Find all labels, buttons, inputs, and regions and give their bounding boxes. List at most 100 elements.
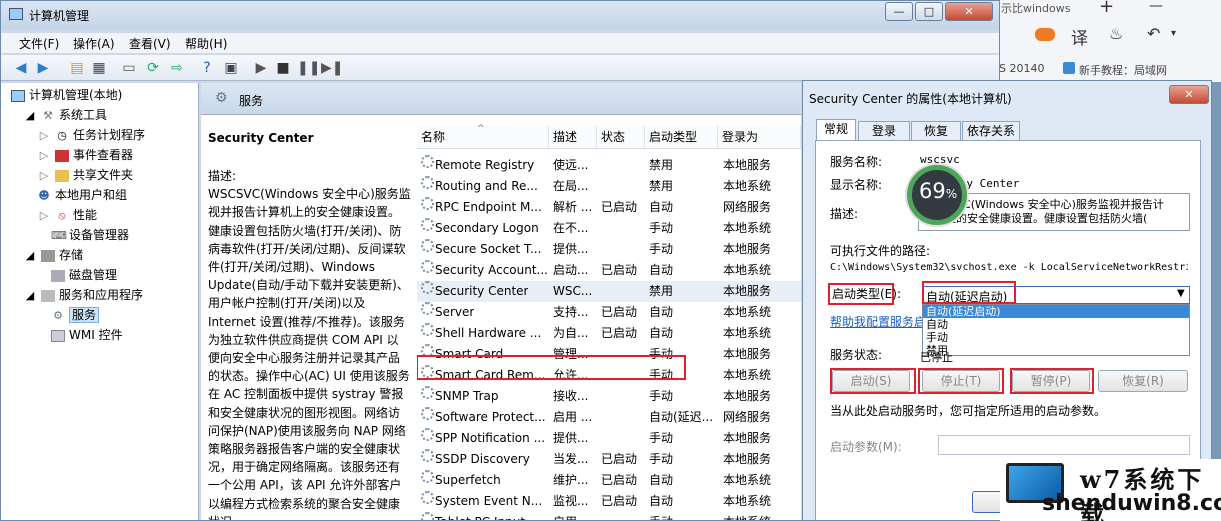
expand-icon[interactable]: ▷ (37, 209, 51, 222)
tree-device-manager[interactable]: ⌨ 设备管理器 (51, 225, 129, 245)
chevron-down-icon[interactable]: ▾ (1171, 28, 1176, 39)
service-status: 已启动 (601, 326, 638, 340)
event-viewer-icon (55, 149, 69, 162)
browser-minimize-icon[interactable]: — (1149, 0, 1163, 14)
tab-general[interactable]: 常规 (816, 119, 856, 141)
column-status[interactable]: 状态 (597, 125, 645, 149)
tree-root[interactable]: 计算机管理(本地) (11, 85, 122, 105)
description-line: Update(自动/手动下载并安装更新)、 (208, 278, 409, 293)
dialog-close-button[interactable]: ✕ (1169, 85, 1209, 104)
column-description[interactable]: 描述 (549, 125, 597, 149)
translate-icon[interactable]: 译 (1071, 24, 1088, 49)
bookmark-2[interactable]: 新手教程：局域网 (1079, 62, 1167, 78)
description-line: WSCSVC(Windows 安全中心)服务监 (208, 187, 411, 202)
back-arrow-icon[interactable]: ◀ (11, 58, 31, 78)
flame-icon[interactable]: ♨ (1109, 24, 1123, 43)
service-row[interactable]: Software Protect... 启用 ... 自动(延迟... 网络服务 (417, 407, 801, 428)
menu-help[interactable]: 帮助(H) (185, 35, 227, 52)
service-row[interactable]: Superfetch 维护... 已启动 自动 本地系统 (417, 470, 801, 491)
option-disabled[interactable]: 禁用 (923, 344, 1189, 357)
description-line: 为独立软件供应商提供 COM API 以 (208, 332, 399, 347)
expand-icon[interactable]: ▷ (37, 169, 51, 182)
service-row[interactable]: System Event N... 监视... 已启动 自动 本地系统 (417, 491, 801, 512)
service-row[interactable]: Tablet PC Input ... 启用 ... 手动 本地系统 (417, 512, 801, 520)
tree-performance[interactable]: ▷ ⦸ 性能 (37, 205, 97, 225)
service-row[interactable]: Routing and Re... 在局... 禁用 本地系统 (417, 176, 801, 197)
service-logon: 本地服务 (723, 158, 772, 172)
tree-services[interactable]: ⚙ 服务 (51, 305, 100, 325)
service-row[interactable]: SPP Notification ... 提供... 手动 本地服务 (417, 428, 801, 449)
menu-action[interactable]: 操作(A) (73, 35, 115, 52)
option-manual[interactable]: 手动 (923, 331, 1189, 344)
start-parameters-hint: 当从此处启动服务时，您可指定所适用的启动参数。 (830, 404, 1107, 418)
forward-arrow-icon[interactable]: ▶ (33, 58, 53, 78)
column-name[interactable]: 名称 ^ (417, 124, 549, 149)
column-logon[interactable]: 登录为 (718, 125, 801, 149)
tree-disk-management[interactable]: 磁盘管理 (51, 265, 117, 285)
expand-icon[interactable]: ▷ (37, 149, 51, 162)
service-name: SSDP Discovery (435, 452, 530, 466)
bookmark-1[interactable]: S 20140 (999, 62, 1044, 75)
service-desc: 为自... (553, 326, 589, 340)
tree-wmi[interactable]: WMI 控件 (51, 325, 123, 345)
refresh-icon[interactable]: ⟳ (143, 58, 163, 78)
sort-arrow-icon: ^ (477, 124, 485, 134)
tree-system-tools[interactable]: ◢ ⚒ 系统工具 (23, 105, 107, 125)
expand-icon[interactable]: ◢ (23, 249, 37, 262)
service-startup: 自动 (649, 200, 674, 214)
service-row[interactable]: SSDP Discovery 当发... 已启动 手动 本地服务 (417, 449, 801, 470)
service-row[interactable]: Secure Socket T... 提供... 手动 本地服务 (417, 239, 801, 260)
service-row[interactable]: Secondary Logon 在不... 手动 本地系统 (417, 218, 801, 239)
tab-logon[interactable]: 登录 (858, 121, 910, 141)
option-auto[interactable]: 自动 (923, 318, 1189, 331)
resume-button[interactable]: 恢复(R) (1098, 370, 1188, 392)
service-row[interactable]: Security Center WSC... 禁用 本地服务 (417, 281, 801, 302)
expand-icon[interactable]: ◢ (23, 289, 37, 302)
clock-icon: ◷ (57, 128, 67, 142)
service-gear-icon (421, 281, 434, 294)
tree-shared-folders[interactable]: ▷ 共享文件夹 (37, 165, 133, 185)
export-list-icon[interactable]: ⇨ (167, 58, 187, 78)
service-gear-icon (421, 512, 434, 520)
main-title-bar[interactable]: 计算机管理 — □ ✕ (1, 1, 999, 29)
start-parameters-input[interactable] (938, 435, 1190, 455)
service-row[interactable]: SNMP Trap 接收... 手动 本地服务 (417, 386, 801, 407)
undo-icon[interactable]: ↶ (1147, 24, 1160, 43)
tree-event-viewer[interactable]: ▷ 事件查看器 (37, 145, 133, 165)
menu-view[interactable]: 查看(V) (129, 35, 171, 52)
up-folder-icon[interactable]: ▤ (67, 58, 87, 78)
option-auto-delayed[interactable]: 自动(延迟启动) (923, 305, 1189, 318)
tree-storage[interactable]: ◢ 存储 (23, 245, 83, 265)
service-row[interactable]: Server 支持... 已启动 自动 本地系统 (417, 302, 801, 323)
expand-icon[interactable]: ▷ (37, 129, 51, 142)
close-button[interactable]: ✕ (945, 2, 993, 21)
tab-recovery[interactable]: 恢复 (911, 121, 961, 141)
tree-task-scheduler[interactable]: ▷ ◷ 任务计划程序 (37, 125, 145, 145)
column-startup-type[interactable]: 启动类型 (645, 125, 718, 149)
tree-local-users[interactable]: ☻ 本地用户和组 (37, 185, 127, 205)
tree-services-apps[interactable]: ◢ 服务和应用程序 (23, 285, 143, 305)
service-row[interactable]: Shell Hardware ... 为自... 已启动 自动 本地系统 (417, 323, 801, 344)
show-tree-icon[interactable]: ▦ (89, 58, 109, 78)
browser-plus-icon[interactable]: + (1099, 0, 1114, 17)
minimize-button[interactable]: — (885, 2, 913, 21)
menu-file[interactable]: 文件(F) (19, 35, 59, 52)
start-service-icon[interactable]: ▶ (251, 58, 271, 78)
expand-icon[interactable]: ◢ (23, 109, 37, 122)
tab-dependencies[interactable]: 依存关系 (962, 121, 1020, 141)
service-row[interactable]: RPC Endpoint M... 解析 ... 已启动 自动 网络服务 (417, 197, 801, 218)
maximize-button[interactable]: □ (915, 2, 943, 21)
restart-service-icon[interactable]: ▶❚ (321, 58, 344, 78)
service-row[interactable]: Security Account... 启动... 已启动 自动 本地系统 (417, 260, 801, 281)
help-icon[interactable]: ? (197, 58, 217, 78)
gamepad-icon[interactable] (1035, 28, 1055, 41)
service-row[interactable]: Remote Registry 使远... 禁用 本地服务 (417, 155, 801, 176)
help-configure-link[interactable]: 帮助我配置服务启 (830, 313, 926, 330)
service-name: Routing and Re... (435, 179, 538, 193)
service-gear-icon (421, 491, 434, 504)
pause-service-icon[interactable]: ❚❚ (297, 58, 320, 78)
properties-icon[interactable]: ▭ (119, 58, 139, 78)
device-manager-icon: ⌨ (51, 228, 67, 242)
stop-service-icon[interactable]: ■ (273, 58, 293, 78)
view-icon[interactable]: ▣ (221, 58, 241, 78)
